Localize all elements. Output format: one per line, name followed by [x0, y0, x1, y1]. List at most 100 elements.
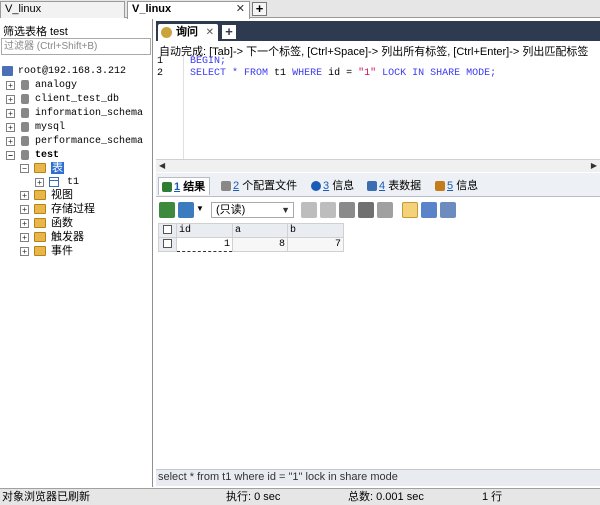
column-header[interactable]: b	[287, 223, 344, 238]
tab-label: 结果	[183, 181, 206, 193]
exec-time: 执行: 0 sec	[226, 491, 281, 503]
scroll-left-icon[interactable]: ◀	[159, 161, 165, 170]
results-grid: id a b 1 8 7	[158, 223, 344, 252]
expand-icon[interactable]: +	[20, 205, 29, 214]
horizontal-scrollbar[interactable]: ◀ ▶	[156, 159, 600, 172]
expand-icon[interactable]: +	[6, 109, 15, 118]
code-line-1[interactable]: BEGIN;	[190, 56, 226, 67]
new-query-tab-button[interactable]: +	[222, 25, 236, 39]
database-icon	[21, 122, 29, 132]
executed-query-line: select * from t1 where id = "1" lock in …	[156, 469, 600, 486]
close-icon[interactable]: ✕	[206, 24, 214, 41]
tab-info[interactable]: 5 信息	[432, 177, 478, 195]
scroll-right-icon[interactable]: ▶	[591, 161, 597, 170]
expand-icon[interactable]: +	[6, 123, 15, 132]
filter-input[interactable]: 过滤器 (Ctrl+Shift+B)	[1, 38, 151, 55]
window-tab-1[interactable]: V_linux	[0, 1, 125, 18]
expand-icon[interactable]: +	[20, 219, 29, 228]
object-browser: 筛选表格 test 过滤器 (Ctrl+Shift+B) root@192.16…	[0, 19, 153, 487]
tree-db-client-test-db[interactable]: + client_test_db	[6, 93, 119, 106]
sql-keyword: WHERE	[292, 68, 323, 79]
tree-folder-functions[interactable]: + 函数	[20, 217, 73, 230]
tree-server[interactable]: root@192.168.3.212	[2, 65, 126, 78]
tab-label: 表数据	[388, 180, 422, 192]
expand-icon[interactable]: +	[20, 247, 29, 256]
grid-cell[interactable]: 1	[176, 237, 233, 252]
folder-icon	[34, 190, 46, 200]
folder-icon	[34, 246, 46, 256]
tab-messages[interactable]: 3 信息	[308, 177, 354, 195]
tab-number: 2	[233, 180, 240, 192]
cancel-icon[interactable]	[377, 202, 393, 218]
tree-folder-events[interactable]: + 事件	[20, 245, 73, 258]
add-row-icon[interactable]	[301, 202, 317, 218]
tree-db-performance-schema[interactable]: + performance_schema	[6, 135, 143, 148]
server-icon	[2, 66, 13, 76]
duplicate-row-icon[interactable]	[320, 202, 336, 218]
total-time: 总数: 0.001 sec	[348, 491, 424, 503]
tree-folder-triggers[interactable]: + 触发器	[20, 231, 84, 244]
database-icon	[21, 136, 29, 146]
result-tab-bar: 1 结果 2 个配置文件 3 信息 4 表数据 5 信息	[156, 173, 600, 197]
checkbox[interactable]	[163, 224, 172, 234]
expand-icon[interactable]: +	[35, 178, 44, 187]
new-tab-button[interactable]: +	[252, 2, 267, 16]
window-tab-2[interactable]: V_linux ✕	[127, 1, 250, 19]
folder-icon	[34, 218, 46, 228]
sql-string: "1"	[358, 68, 377, 79]
chevron-down-icon[interactable]: ▼	[196, 204, 204, 213]
results-grid-icon	[162, 182, 172, 192]
column-header[interactable]: id	[176, 223, 233, 238]
result-toolbar: ▼ (只读) ▼	[156, 198, 600, 222]
folder-label: 存储过程	[51, 203, 95, 215]
collapse-icon[interactable]: −	[20, 164, 29, 173]
tree-db-mysql[interactable]: + mysql	[6, 121, 65, 134]
tree-folder-procedures[interactable]: + 存储过程	[20, 203, 95, 216]
close-icon[interactable]: ✕	[236, 2, 245, 17]
sql-editor[interactable]: 自动完成: [Tab]-> 下一个标签, [Ctrl+Space]-> 列出所有…	[156, 41, 600, 159]
tab-number: 4	[379, 180, 386, 192]
tab-number: 3	[323, 180, 330, 192]
mode-select[interactable]: (只读) ▼	[211, 202, 294, 218]
checkbox[interactable]	[163, 238, 172, 248]
collapse-icon[interactable]: −	[6, 151, 15, 160]
save-icon[interactable]	[339, 202, 355, 218]
grid-cell[interactable]: 7	[287, 237, 344, 252]
tab-profiles[interactable]: 2 个配置文件	[218, 177, 297, 195]
mode-select-value: (只读)	[216, 204, 246, 216]
chevron-down-icon: ▼	[281, 205, 290, 215]
column-header[interactable]: a	[232, 223, 288, 238]
grid-view-icon[interactable]	[402, 202, 418, 218]
text-view-icon[interactable]	[440, 202, 456, 218]
code-line-2[interactable]: SELECT * FROM t1 WHERE id = "1" LOCK IN …	[190, 68, 496, 79]
db-label: analogy	[35, 80, 78, 91]
tree-db-analogy[interactable]: + analogy	[6, 79, 77, 92]
expand-icon[interactable]: +	[6, 95, 15, 104]
tree-table-t1[interactable]: + t1	[35, 176, 79, 189]
table-row[interactable]: 1 8 7	[158, 237, 344, 252]
query-tab[interactable]: 询问 ✕	[158, 24, 218, 41]
export-grid-icon[interactable]	[159, 202, 175, 218]
tab-number: 5	[447, 180, 454, 192]
query-tab-label: 询问	[176, 26, 198, 38]
tree-folder-tables[interactable]: − 表	[20, 162, 64, 175]
row-select-cell[interactable]	[158, 237, 177, 252]
select-all-cell[interactable]	[158, 223, 177, 238]
delete-icon[interactable]	[358, 202, 374, 218]
expand-icon[interactable]: +	[6, 81, 15, 90]
expand-icon[interactable]: +	[6, 137, 15, 146]
grid-header-row: id a b	[158, 223, 344, 238]
tab-table-data[interactable]: 4 表数据	[364, 177, 421, 195]
tree-folder-views[interactable]: + 视图	[20, 189, 73, 202]
grid-cell[interactable]: 8	[232, 237, 288, 252]
line-gutter: 1 2	[156, 56, 184, 159]
tree-db-test[interactable]: − test	[6, 149, 59, 162]
info-chart-icon	[435, 181, 445, 191]
tree-db-information-schema[interactable]: + information_schema	[6, 107, 143, 120]
expand-icon[interactable]: +	[20, 233, 29, 242]
import-icon[interactable]	[178, 202, 194, 218]
tab-results[interactable]: 1 结果	[158, 177, 211, 195]
expand-icon[interactable]: +	[20, 191, 29, 200]
form-view-icon[interactable]	[421, 202, 437, 218]
database-icon	[21, 94, 29, 104]
